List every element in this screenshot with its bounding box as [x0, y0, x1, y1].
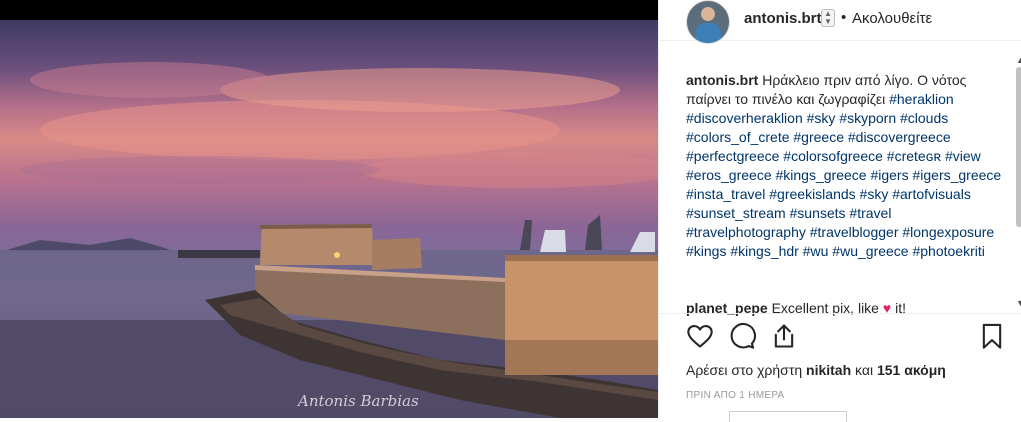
- header-username[interactable]: antonis.brt: [744, 10, 822, 27]
- caption-username[interactable]: antonis.brt: [686, 72, 758, 88]
- scroll-down-icon[interactable]: ▼: [1016, 298, 1021, 308]
- following-status[interactable]: Ακολουθείτε: [852, 10, 932, 27]
- comments-scrollbar[interactable]: ▲ ▼: [1015, 55, 1021, 315]
- share-icon[interactable]: [770, 322, 800, 352]
- caption: antonis.brt Ηράκλειο πριν από λίγο. Ο νό…: [686, 71, 1006, 261]
- bookmark-icon[interactable]: [978, 322, 1008, 352]
- likes-count[interactable]: 151 ακόμη: [877, 362, 946, 378]
- likes-user[interactable]: nikitah: [806, 362, 851, 378]
- separator-dot: •: [841, 9, 847, 26]
- divider: [659, 313, 1021, 314]
- scroll-up-icon[interactable]: ▲: [1016, 55, 1021, 65]
- caption-hashtags[interactable]: #heraklion #discoverheraklion #sky #skyp…: [686, 91, 1001, 259]
- scroll-thumb[interactable]: [1016, 67, 1021, 227]
- top-black-bar: [0, 0, 658, 20]
- heart-icon[interactable]: [686, 322, 716, 352]
- comment-input-box[interactable]: [729, 411, 847, 422]
- likes-mid: και: [855, 362, 874, 378]
- photo-scene: [0, 62, 658, 418]
- action-bar: [686, 322, 1006, 356]
- comment-icon[interactable]: [728, 322, 758, 352]
- likes-summary: Αρέσει στο χρήστη nikitah και 151 ακόμη: [686, 362, 946, 378]
- post-timestamp[interactable]: ΠΡΙΝ ΑΠΟ 1 ΗΜΕΡΑ: [686, 390, 785, 401]
- photographer-signature: Antonis Barbias: [298, 392, 419, 410]
- avatar[interactable]: [686, 0, 730, 44]
- account-switch-icon[interactable]: ▲ ▼: [821, 9, 835, 27]
- likes-prefix: Αρέσει στο χρήστη: [686, 362, 803, 378]
- post-header: antonis.brt ▲ ▼ • Ακολουθείτε: [659, 0, 1021, 44]
- post-photo[interactable]: Antonis Barbias: [0, 20, 658, 418]
- post-side-panel: antonis.brt ▲ ▼ • Ακολουθείτε antonis.brt…: [658, 0, 1021, 422]
